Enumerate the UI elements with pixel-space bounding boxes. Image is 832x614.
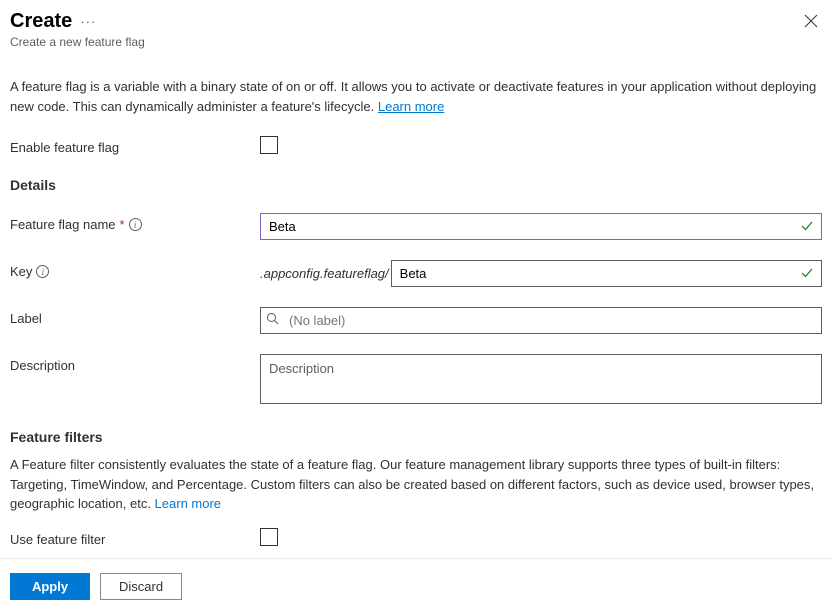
filters-learn-more-link[interactable]: Learn more [155, 496, 221, 511]
checkmark-icon [800, 219, 814, 236]
key-label-text: Key [10, 264, 32, 279]
filters-intro-body: A Feature filter consistently evaluates … [10, 457, 814, 511]
description-input[interactable] [260, 354, 822, 404]
filters-intro: A Feature filter consistently evaluates … [10, 455, 822, 514]
footer-bar: Apply Discard [0, 558, 832, 614]
details-heading: Details [10, 177, 822, 193]
info-icon[interactable]: i [36, 265, 49, 278]
filters-heading: Feature filters [10, 429, 822, 445]
close-button[interactable] [800, 10, 822, 35]
use-filter-label: Use feature filter [10, 528, 260, 547]
info-icon[interactable]: i [129, 218, 142, 231]
apply-button[interactable]: Apply [10, 573, 90, 600]
key-input[interactable] [391, 260, 822, 287]
use-filter-checkbox[interactable] [260, 528, 278, 546]
feature-name-input[interactable] [260, 213, 822, 240]
discard-button[interactable]: Discard [100, 573, 182, 600]
more-actions-icon[interactable]: ··· [80, 14, 96, 29]
intro-text: A feature flag is a variable with a bina… [10, 77, 822, 116]
required-asterisk: * [120, 217, 125, 232]
search-icon [266, 312, 280, 329]
description-label: Description [10, 354, 260, 373]
feature-name-label: Feature flag name * i [10, 213, 260, 232]
label-input[interactable] [260, 307, 822, 334]
label-field-label: Label [10, 307, 260, 326]
feature-name-label-text: Feature flag name [10, 217, 116, 232]
panel-subtitle: Create a new feature flag [10, 35, 145, 49]
close-icon [804, 14, 818, 28]
key-prefix: .appconfig.featureflag/ [260, 266, 389, 281]
checkmark-icon [800, 266, 814, 283]
panel-title: Create [10, 10, 72, 33]
key-label: Key i [10, 260, 260, 279]
intro-learn-more-link[interactable]: Learn more [378, 99, 444, 114]
enable-flag-checkbox[interactable] [260, 136, 278, 154]
enable-flag-label: Enable feature flag [10, 136, 260, 155]
